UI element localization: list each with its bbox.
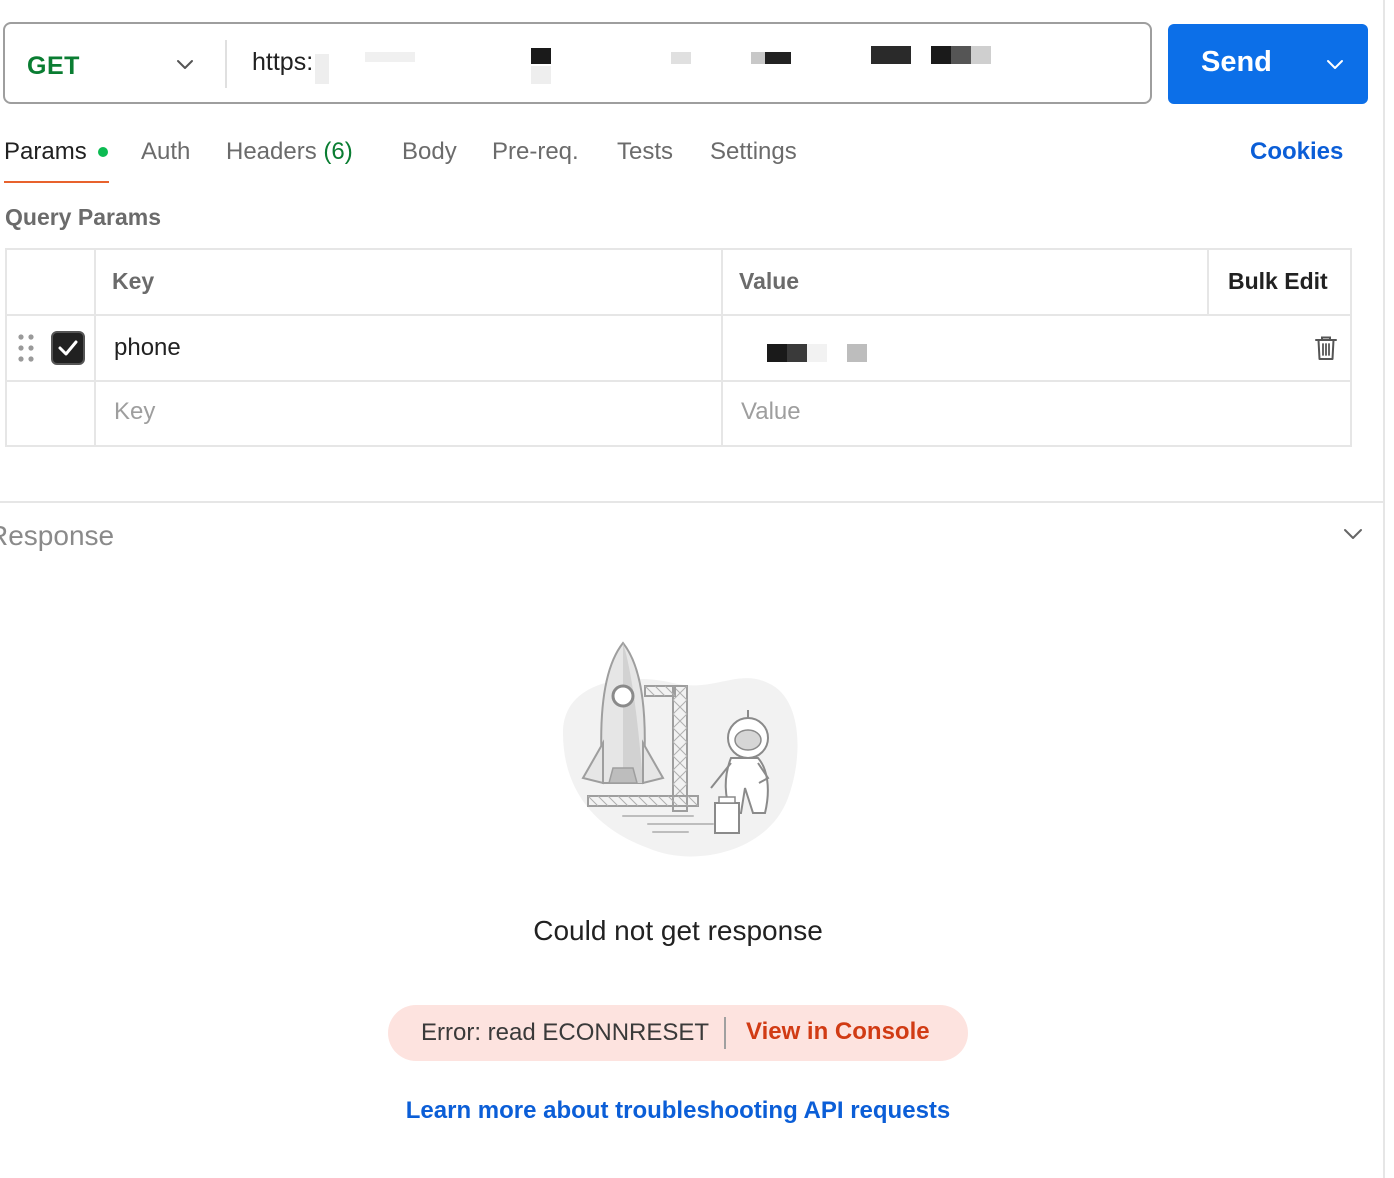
redacted-value-block — [847, 344, 867, 362]
redacted-value-block — [807, 344, 827, 362]
tab-prereq-label: Pre-req. — [492, 138, 579, 165]
redacted-value-block — [787, 344, 807, 362]
method-select[interactable]: GET — [5, 24, 225, 102]
redacted-url-block — [365, 52, 415, 62]
tab-auth-label: Auth — [141, 138, 191, 165]
tab-body-label: Body — [402, 138, 457, 165]
redacted-url-block — [751, 52, 765, 64]
tab-headers[interactable]: Headers (6) — [226, 138, 353, 166]
method-label: GET — [27, 52, 80, 80]
redacted-url-block — [531, 48, 551, 64]
tab-prereq[interactable]: Pre-req. — [492, 138, 579, 166]
new-param-value-input[interactable]: Value — [741, 398, 801, 426]
table-col-divider — [94, 248, 96, 447]
pane-edge — [1383, 0, 1385, 1178]
redacted-url-block — [315, 54, 329, 84]
bulk-edit-button[interactable]: Bulk Edit — [1228, 268, 1328, 295]
tab-settings-label: Settings — [710, 138, 797, 165]
key-column-header: Key — [112, 268, 155, 294]
chevron-down-icon[interactable] — [1322, 51, 1348, 77]
redacted-url-block — [671, 52, 691, 64]
error-separator — [724, 1017, 726, 1049]
error-banner: Error: read ECONNRESET View in Console — [388, 1005, 968, 1061]
send-button[interactable]: Send — [1168, 24, 1368, 104]
tab-params-label: Params — [4, 138, 87, 165]
cookies-link[interactable]: Cookies — [1250, 138, 1343, 166]
params-active-dot — [98, 147, 108, 157]
tab-body[interactable]: Body — [402, 138, 457, 166]
rocket-illustration — [563, 641, 798, 857]
table-col-divider — [1207, 248, 1209, 315]
url-bar: GET https: — [3, 22, 1152, 104]
redacted-value-block — [767, 344, 787, 362]
drag-handle-icon[interactable] — [16, 332, 36, 364]
redacted-url-block — [931, 46, 951, 64]
table-row-divider — [5, 380, 1352, 382]
redacted-url-block — [871, 46, 911, 64]
chevron-down-icon[interactable] — [1340, 521, 1366, 547]
active-tab-underline — [4, 181, 109, 183]
redacted-url-block — [531, 66, 551, 84]
tab-tests[interactable]: Tests — [617, 138, 673, 166]
tab-settings[interactable]: Settings — [710, 138, 797, 166]
view-in-console-link[interactable]: View in Console — [746, 1018, 930, 1046]
url-text: https: — [252, 48, 314, 76]
error-text: Error: read ECONNRESET — [421, 1019, 710, 1046]
tab-tests-label: Tests — [617, 138, 674, 165]
redacted-url-block — [951, 46, 971, 64]
headers-count: (6) — [323, 138, 353, 165]
send-label: Send — [1201, 46, 1272, 78]
learn-more-link[interactable]: Learn more about troubleshooting API req… — [0, 1097, 1356, 1125]
url-input[interactable]: https: — [235, 24, 1150, 102]
no-response-message: Could not get response — [533, 915, 823, 946]
query-params-title: Query Params — [5, 204, 161, 230]
value-column-header: Value — [739, 268, 800, 294]
trash-icon[interactable] — [1314, 335, 1338, 361]
param-value-cell[interactable] — [723, 316, 1203, 380]
param-key-cell[interactable]: phone — [114, 334, 181, 362]
redacted-url-block — [765, 52, 791, 64]
tab-headers-label: Headers — [226, 138, 317, 165]
tab-params[interactable]: Params — [4, 138, 87, 166]
chevron-down-icon — [177, 60, 193, 69]
tab-auth[interactable]: Auth — [141, 138, 190, 166]
redacted-url-block — [971, 46, 991, 64]
response-title: Response — [0, 520, 115, 551]
new-param-key-input[interactable]: Key — [114, 398, 155, 426]
checkmark-icon — [58, 340, 78, 356]
param-enabled-checkbox[interactable] — [51, 331, 85, 365]
url-separator — [225, 40, 227, 88]
section-divider — [0, 501, 1384, 503]
